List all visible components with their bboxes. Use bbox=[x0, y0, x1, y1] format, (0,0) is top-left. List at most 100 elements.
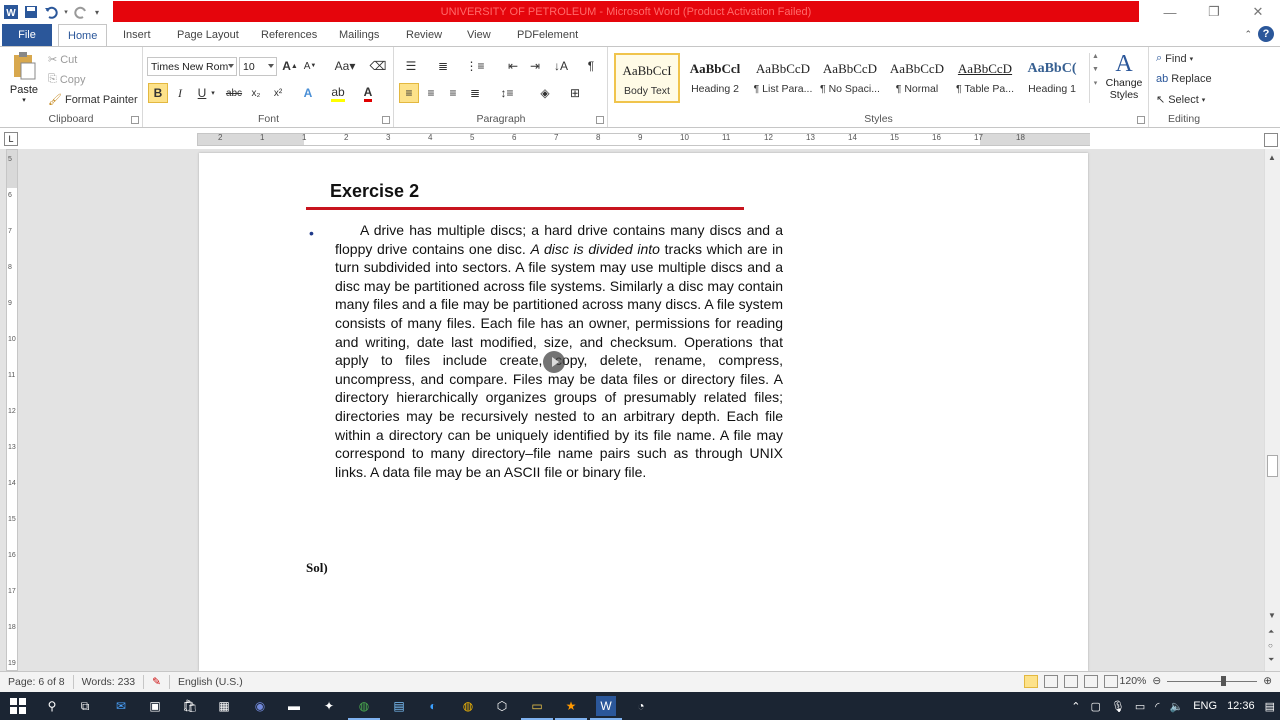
language-indicator[interactable]: English (U.S.) bbox=[170, 675, 251, 689]
multilevel-list-icon[interactable]: ⋮≡ bbox=[465, 56, 485, 76]
clock[interactable]: 12:36 bbox=[1227, 700, 1255, 712]
more-styles-icon[interactable]: ▾ bbox=[1090, 79, 1101, 87]
italic-button[interactable]: I bbox=[170, 83, 190, 103]
tab-file[interactable]: File bbox=[2, 24, 52, 46]
highlight-button[interactable]: ab bbox=[328, 83, 348, 103]
text-effects-button[interactable]: A bbox=[298, 83, 318, 103]
align-center-icon[interactable]: ≡ bbox=[421, 83, 441, 103]
app-icon[interactable]: ▤ bbox=[389, 696, 409, 716]
cube-app-icon[interactable]: ⬡ bbox=[492, 696, 512, 716]
view-ruler-icon[interactable] bbox=[1264, 133, 1278, 147]
draft-icon[interactable] bbox=[1104, 675, 1118, 688]
chrome-icon[interactable]: ◍ bbox=[458, 696, 478, 716]
meet-now-icon[interactable]: ▢ bbox=[1090, 700, 1100, 713]
tab-review[interactable]: Review bbox=[406, 24, 442, 46]
tab-pdfelement[interactable]: PDFelement bbox=[517, 24, 578, 46]
restore-icon[interactable]: ❐ bbox=[1192, 0, 1236, 24]
show-formatting-icon[interactable]: ¶ bbox=[581, 56, 601, 76]
undo-dropdown-icon[interactable]: ▾ bbox=[62, 3, 70, 21]
tab-insert[interactable]: Insert bbox=[123, 24, 151, 46]
justify-icon[interactable]: ≣ bbox=[465, 83, 485, 103]
styles-scroll[interactable]: ▲ ▼ ▾ bbox=[1089, 53, 1101, 103]
word-logo-icon[interactable]: W bbox=[2, 3, 20, 21]
microphone-icon[interactable]: 🎙 bbox=[1111, 700, 1125, 713]
next-page-icon[interactable]: ⏷ bbox=[1268, 655, 1274, 665]
zoom-level[interactable]: 120% bbox=[1120, 675, 1147, 687]
bold-button[interactable]: B bbox=[148, 83, 168, 103]
format-painter-button[interactable]: 🖌 Format Painter bbox=[48, 93, 138, 107]
zoom-out-icon[interactable]: ⊖ bbox=[1152, 675, 1161, 687]
windows-start-icon[interactable] bbox=[8, 696, 28, 716]
wifi-icon[interactable]: ◜ bbox=[1155, 700, 1159, 713]
grow-font-button[interactable]: A ▲ bbox=[280, 56, 300, 76]
word-taskbar-icon[interactable]: W bbox=[590, 696, 622, 720]
style-normal[interactable]: AaBbCcD ¶ Normal bbox=[884, 53, 950, 103]
style-table-paragraph[interactable]: AaBbCcD ¶ Table Pa... bbox=[952, 53, 1018, 103]
close-icon[interactable]: ✕ bbox=[1236, 0, 1280, 24]
chevron-down-icon[interactable]: ▼ bbox=[1090, 66, 1101, 73]
undo-icon[interactable] bbox=[42, 3, 60, 21]
styles-launcher-icon[interactable] bbox=[1137, 116, 1145, 124]
strikethrough-button[interactable]: abc bbox=[224, 83, 244, 103]
star-app-icon[interactable]: ★ bbox=[555, 696, 587, 720]
style-heading-2[interactable]: AaBbCcl Heading 2 bbox=[682, 53, 748, 103]
bullets-icon[interactable]: ☰ bbox=[401, 56, 421, 76]
paste-button[interactable]: Paste ▾ bbox=[8, 51, 40, 107]
battery-icon[interactable]: ▭ bbox=[1135, 700, 1145, 713]
zoom-in-icon[interactable]: ⊕ bbox=[1263, 675, 1272, 687]
calendar-app-icon[interactable]: ▣ bbox=[145, 696, 165, 716]
borders-icon[interactable]: ⊞ bbox=[565, 83, 585, 103]
replace-button[interactable]: ab Replace bbox=[1156, 73, 1212, 85]
font-family-select[interactable]: Times New Rom bbox=[147, 57, 237, 76]
redo-icon[interactable] bbox=[72, 3, 90, 21]
tab-selector[interactable]: L bbox=[4, 132, 18, 146]
clear-formatting-icon[interactable]: ⌫ bbox=[368, 56, 388, 76]
help-icon[interactable]: ? bbox=[1258, 26, 1274, 42]
shrink-font-button[interactable]: A ▼ bbox=[300, 56, 320, 76]
discord-icon[interactable]: ◉ bbox=[250, 696, 270, 716]
notifications-icon[interactable]: ▤ bbox=[1265, 700, 1275, 713]
style-list-paragraph[interactable]: AaBbCcD ¶ List Para... bbox=[750, 53, 816, 103]
page-count[interactable]: Page: 6 of 8 bbox=[0, 675, 74, 689]
edge-icon[interactable]: ◐ bbox=[423, 696, 443, 716]
tab-mailings[interactable]: Mailings bbox=[339, 24, 379, 46]
font-size-select[interactable]: 10 bbox=[239, 57, 277, 76]
previous-page-icon[interactable]: ⏶ bbox=[1268, 627, 1274, 637]
cut-button[interactable]: ✂ Cut bbox=[48, 53, 77, 67]
app-icon[interactable]: ▬ bbox=[284, 696, 304, 716]
font-color-button[interactable]: A bbox=[358, 83, 378, 103]
file-explorer-icon[interactable]: ▭ bbox=[521, 696, 553, 720]
tab-references[interactable]: References bbox=[261, 24, 317, 46]
app-icon[interactable]: ◔ bbox=[631, 696, 651, 716]
numbering-icon[interactable]: ≣ bbox=[433, 56, 453, 76]
font-launcher-icon[interactable] bbox=[382, 116, 390, 124]
app-icon[interactable]: ✦ bbox=[319, 696, 339, 716]
web-layout-icon[interactable] bbox=[1064, 675, 1078, 688]
horizontal-ruler[interactable]: 2 1 1 2 3 4 5 6 7 8 9 10 11 12 13 14 15 16 17 18 bbox=[197, 133, 1090, 146]
find-button[interactable]: ⌕ Find ▾ bbox=[1156, 52, 1193, 65]
superscript-button[interactable]: x² bbox=[268, 83, 288, 103]
print-layout-icon[interactable] bbox=[1024, 675, 1038, 688]
change-case-button[interactable]: Aa▾ bbox=[332, 56, 358, 76]
scroll-up-icon[interactable]: ▲ bbox=[1268, 153, 1276, 162]
scroll-down-icon[interactable]: ▼ bbox=[1268, 611, 1276, 620]
word-count[interactable]: Words: 233 bbox=[74, 675, 145, 689]
volume-icon[interactable]: 🔈 bbox=[1170, 700, 1184, 713]
align-right-icon[interactable]: ≡ bbox=[443, 83, 463, 103]
vertical-ruler[interactable]: 5 6 7 8 9 10 11 12 13 14 15 16 17 18 19 bbox=[6, 149, 18, 671]
scrollbar-thumb[interactable] bbox=[1267, 455, 1278, 477]
paragraph-launcher-icon[interactable] bbox=[596, 116, 604, 124]
select-button[interactable]: ↖ Select ▾ bbox=[1156, 93, 1205, 107]
mail-icon[interactable]: ✉ bbox=[111, 696, 131, 716]
subscript-button[interactable]: x₂ bbox=[246, 83, 266, 103]
customize-qat-icon[interactable]: ▾ bbox=[92, 3, 102, 21]
align-left-icon[interactable]: ≡ bbox=[399, 83, 419, 103]
tray-chevron-icon[interactable]: ⌃ bbox=[1071, 700, 1080, 713]
style-no-spacing[interactable]: AaBbCcD ¶ No Spaci... bbox=[817, 53, 883, 103]
zoom-slider[interactable] bbox=[1167, 675, 1258, 686]
change-styles-button[interactable]: A Change Styles bbox=[1104, 51, 1144, 101]
paste-dropdown-icon[interactable]: ▾ bbox=[8, 96, 40, 104]
minimize-icon[interactable]: — bbox=[1148, 0, 1192, 24]
sort-icon[interactable]: ↓A bbox=[551, 56, 571, 76]
shading-icon[interactable]: ◈ bbox=[535, 83, 555, 103]
